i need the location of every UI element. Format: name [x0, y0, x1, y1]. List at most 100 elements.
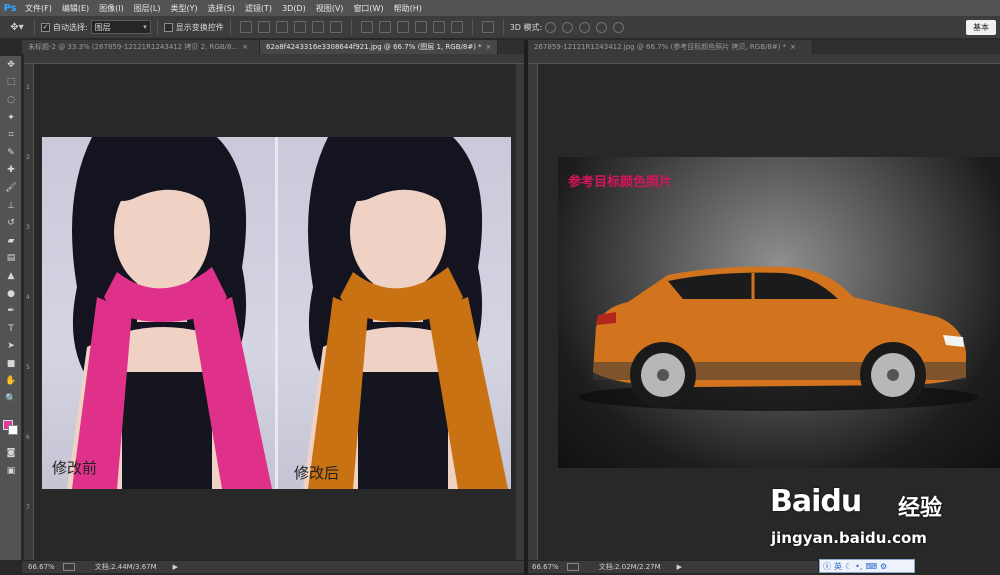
auto-select-dropdown[interactable]: 图层	[90, 20, 151, 34]
move-tool-preset-icon[interactable]: ✥▾	[6, 18, 28, 36]
watermark-brand: Baidu	[770, 484, 862, 519]
reference-color-document[interactable]: 参考目标颜色照片	[558, 157, 1000, 468]
pen-tool-icon[interactable]: ✒	[0, 302, 22, 320]
ime-language[interactable]: 英	[834, 561, 842, 572]
marquee-tool-icon[interactable]: ⬚	[0, 74, 22, 92]
clone-stamp-tool-icon[interactable]: ⊥	[0, 197, 22, 215]
right-zoom-level[interactable]: 66.67%	[532, 563, 559, 571]
type-tool-icon[interactable]: T	[0, 320, 22, 338]
export-icon[interactable]	[566, 563, 579, 571]
shape-tool-icon[interactable]: ■	[0, 355, 22, 373]
status-menu-arrow-icon[interactable]: ▶	[677, 563, 682, 571]
close-icon[interactable]: ×	[790, 43, 796, 51]
left-vertical-ruler: 1 2 3 4 5 6 7	[24, 64, 34, 560]
menu-file[interactable]: 文件(F)	[20, 3, 57, 14]
align-bottom-icon[interactable]	[275, 21, 288, 33]
workspace-switcher[interactable]: 基本	[966, 20, 996, 35]
tab-untitled-2[interactable]: 未标题-2 @ 33.3% (267859-12121R1243412 拷贝 2…	[22, 40, 260, 54]
path-select-tool-icon[interactable]: ➤	[0, 338, 22, 356]
blur-tool-icon[interactable]: ▲	[0, 267, 22, 285]
ime-moon-icon[interactable]: ☾	[845, 562, 852, 571]
ruler-number: 4	[26, 294, 30, 301]
close-icon[interactable]: ×	[486, 43, 492, 51]
distribute-top-icon[interactable]	[360, 21, 373, 33]
gradient-tool-icon[interactable]: ▤	[0, 250, 22, 268]
quick-mask-icon[interactable]: ◙	[0, 444, 22, 462]
screen-mode-icon[interactable]: ▣	[0, 462, 22, 480]
3d-slide-icon[interactable]	[596, 21, 608, 33]
show-transform-label: 显示变换控件	[175, 22, 224, 32]
hand-tool-icon[interactable]: ✋	[0, 373, 22, 391]
menu-window[interactable]: 窗口(W)	[348, 3, 388, 14]
ime-logo-icon[interactable]: ⓢ	[823, 561, 831, 572]
close-icon[interactable]: ×	[242, 43, 248, 51]
align-top-icon[interactable]	[239, 21, 252, 33]
distribute-hcenter-icon[interactable]	[432, 21, 445, 33]
baidu-jingyan-watermark: Baidu 经验 jingyan.baidu.com	[765, 470, 1000, 560]
status-menu-arrow-icon[interactable]: ▶	[173, 563, 178, 571]
photoshop-logo: Ps	[3, 2, 17, 14]
zoom-tool-icon[interactable]: 🔍	[0, 390, 22, 408]
tab-267859-jpg[interactable]: 267859-12121R1243412.jpg @ 66.7% (参考目标颜色…	[528, 40, 813, 54]
separator	[502, 19, 504, 35]
watermark-url: jingyan.baidu.com	[771, 529, 927, 547]
ime-punct-icon[interactable]: •,	[855, 562, 862, 571]
export-icon[interactable]	[62, 563, 75, 571]
align-hcenter-icon[interactable]	[311, 21, 324, 33]
menu-help[interactable]: 帮助(H)	[389, 3, 427, 14]
orange-suv-illustration	[578, 266, 978, 411]
menu-select[interactable]: 选择(S)	[203, 3, 240, 14]
menu-image[interactable]: 图像(I)	[94, 3, 129, 14]
align-vcenter-icon[interactable]	[257, 21, 270, 33]
align-right-icon[interactable]	[329, 21, 342, 33]
3d-pan-icon[interactable]	[579, 21, 591, 33]
right-doc-size: 文档:2.02M/2.27M	[598, 563, 661, 571]
ruler-number: 6	[26, 434, 30, 441]
after-portrait-illustration	[303, 137, 508, 489]
lasso-tool-icon[interactable]: ◌	[0, 91, 22, 109]
before-after-document[interactable]: 修改前 修改后	[42, 137, 511, 489]
show-transform-checkbox[interactable]	[163, 22, 173, 32]
distribute-left-icon[interactable]	[414, 21, 427, 33]
ime-settings-icon[interactable]: ⚙	[880, 562, 887, 571]
healing-brush-tool-icon[interactable]: ✚	[0, 162, 22, 180]
menu-filter[interactable]: 滤镜(T)	[240, 3, 277, 14]
eyedropper-tool-icon[interactable]: ✎	[0, 144, 22, 162]
dodge-tool-icon[interactable]: ●	[0, 285, 22, 303]
left-zoom-level[interactable]: 66.67%	[28, 563, 55, 571]
align-left-icon[interactable]	[293, 21, 306, 33]
background-color-swatch[interactable]	[8, 425, 18, 435]
crop-tool-icon[interactable]: ⌗	[0, 126, 22, 144]
menu-3d[interactable]: 3D(D)	[277, 4, 311, 13]
3d-scale-icon[interactable]	[613, 21, 625, 33]
separator	[34, 19, 35, 35]
left-tab-bar: 未标题-2 @ 33.3% (267859-12121R1243412 拷贝 2…	[22, 40, 524, 54]
separator	[350, 19, 352, 35]
quick-select-tool-icon[interactable]: ✦	[0, 109, 22, 127]
menu-edit[interactable]: 编辑(E)	[57, 3, 94, 14]
distribute-right-icon[interactable]	[450, 21, 463, 33]
separator	[156, 19, 158, 35]
tab-62a8f-jpg[interactable]: 62a8f4243316e3308644f921.jpg @ 66.7% (图层…	[260, 40, 498, 54]
ime-keyboard-icon[interactable]: ⌨	[865, 562, 877, 571]
tab-label: 267859-12121R1243412.jpg @ 66.7% (参考目标颜色…	[534, 43, 787, 51]
left-vertical-scrollbar[interactable]	[516, 64, 524, 560]
history-brush-tool-icon[interactable]: ↺	[0, 214, 22, 232]
left-doc-size: 文档:2.44M/3.67M	[94, 563, 157, 571]
menu-type[interactable]: 类型(Y)	[165, 3, 202, 14]
menu-layer[interactable]: 图层(L)	[129, 3, 166, 14]
3d-roll-icon[interactable]	[562, 21, 574, 33]
distribute-bottom-icon[interactable]	[396, 21, 409, 33]
3d-rotate-icon[interactable]	[545, 21, 557, 33]
brush-tool-icon[interactable]: 🖌	[0, 179, 22, 197]
distribute-vcenter-icon[interactable]	[378, 21, 391, 33]
menu-view[interactable]: 视图(V)	[311, 3, 349, 14]
eraser-tool-icon[interactable]: ▰	[0, 232, 22, 250]
auto-select-checkbox[interactable]: ✓	[41, 22, 50, 32]
right-vertical-ruler	[528, 64, 538, 560]
auto-align-icon[interactable]	[481, 21, 494, 33]
left-status-bar: 66.67% 文档:2.44M/3.67M ▶	[22, 560, 524, 573]
after-caption: 修改后	[294, 464, 340, 482]
ime-toolbar[interactable]: ⓢ 英 ☾ •, ⌨ ⚙	[819, 559, 915, 573]
move-tool-icon[interactable]: ✥	[0, 56, 22, 74]
